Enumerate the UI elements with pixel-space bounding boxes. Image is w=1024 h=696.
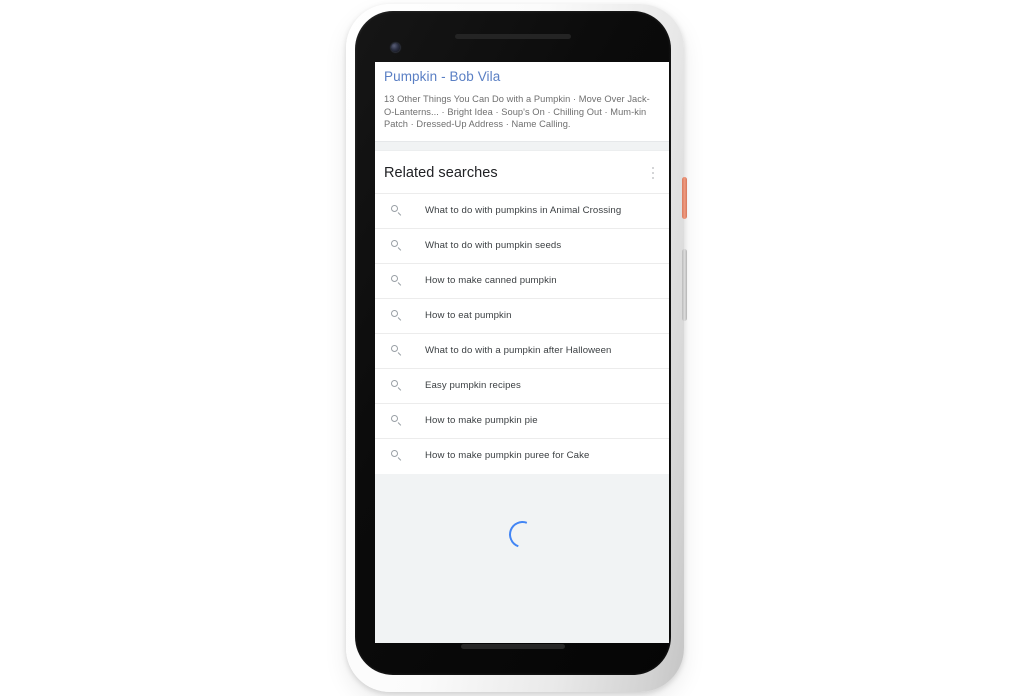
list-item-label: How to make canned pumpkin [425,274,557,286]
related-searches-card: Related searches What to do with pumpkin… [375,150,669,474]
list-item[interactable]: What to do with pumpkins in Animal Cross… [375,192,669,228]
list-item[interactable]: How to make pumpkin puree for Cake [375,437,669,473]
list-item[interactable]: How to make canned pumpkin [375,262,669,298]
search-icon [391,344,403,357]
search-icon [391,379,403,392]
list-item-label: How to make pumpkin puree for Cake [425,449,590,461]
search-icon [391,309,403,322]
search-icon [391,239,403,252]
phone-body: Pumpkin - Bob Vila 13 Other Things You C… [355,11,671,675]
list-item[interactable]: What to do with pumpkin seeds [375,227,669,263]
search-result-snippet-card[interactable]: Pumpkin - Bob Vila 13 Other Things You C… [375,62,669,141]
search-icon [391,414,403,427]
phone-frame: Pumpkin - Bob Vila 13 Other Things You C… [346,4,687,692]
card-separator [375,140,669,151]
list-item[interactable]: Easy pumpkin recipes [375,367,669,403]
list-item-label: What to do with a pumpkin after Hallowee… [425,344,612,356]
list-item-label: Easy pumpkin recipes [425,379,521,391]
power-button[interactable] [682,177,687,219]
search-result-description: 13 Other Things You Can Do with a Pumpki… [384,94,650,130]
loading-spinner-icon [504,516,540,553]
search-result-title-link[interactable]: Pumpkin - Bob Vila [384,68,660,86]
list-item-label: How to eat pumpkin [425,309,512,321]
search-icon [391,449,403,462]
list-item[interactable]: How to eat pumpkin [375,297,669,333]
volume-rocker-button[interactable] [682,249,687,321]
list-item[interactable]: What to do with a pumpkin after Hallowee… [375,332,669,368]
related-searches-title: Related searches [384,164,498,181]
front-camera-icon [391,43,400,52]
bottom-speaker-grille-icon [461,644,565,649]
loading-area [375,473,669,643]
search-icon [391,204,403,217]
list-item-label: What to do with pumpkins in Animal Cross… [425,204,622,216]
list-item-label: How to make pumpkin pie [425,414,538,426]
kebab-menu-icon[interactable] [648,165,658,181]
list-item[interactable]: How to make pumpkin pie [375,402,669,438]
search-icon [391,274,403,287]
related-searches-header: Related searches [375,151,669,193]
earpiece-speaker-icon [455,34,571,39]
list-item-label: What to do with pumpkin seeds [425,239,562,251]
phone-screen: Pumpkin - Bob Vila 13 Other Things You C… [375,62,669,643]
